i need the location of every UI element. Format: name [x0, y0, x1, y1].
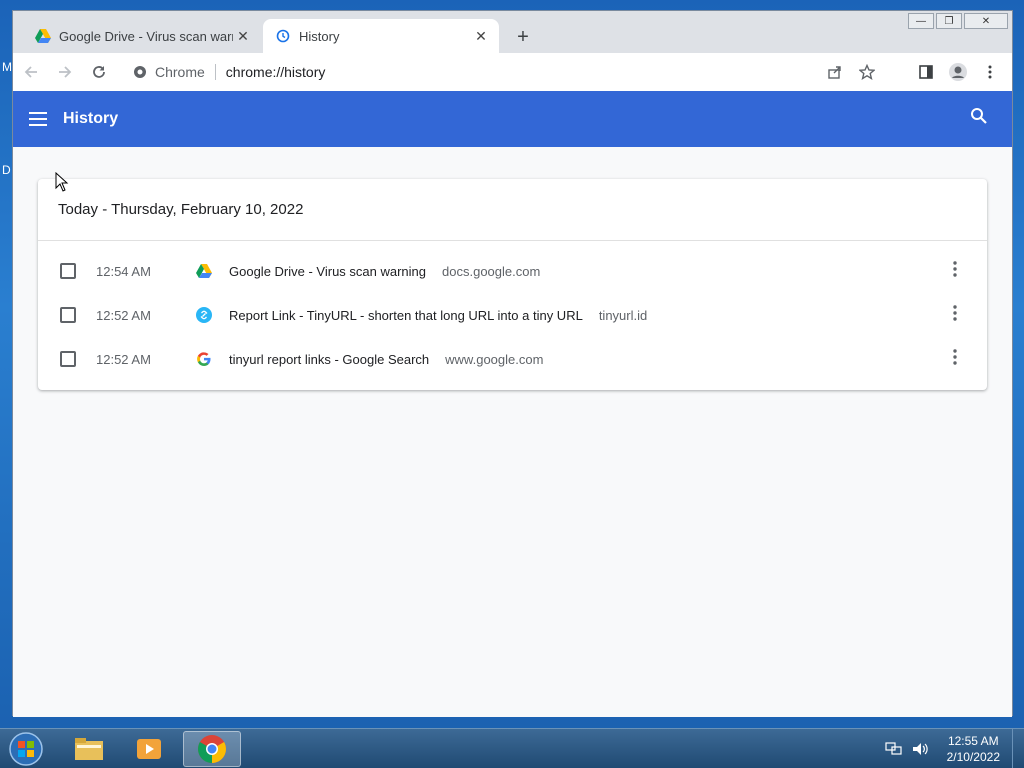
- entry-domain: tinyurl.id: [598, 307, 648, 323]
- browser-window: Google Drive - Virus scan warning ✕ Hist…: [12, 10, 1013, 717]
- history-card: Today - Thursday, February 10, 2022 12:5…: [38, 179, 987, 390]
- date-header: Today - Thursday, February 10, 2022: [38, 179, 987, 241]
- url-text[interactable]: chrome://history: [226, 64, 326, 80]
- entry-more-button[interactable]: [945, 261, 965, 281]
- tab-history[interactable]: History ✕: [263, 19, 499, 53]
- entry-domain: www.google.com: [445, 351, 544, 367]
- history-entry[interactable]: 12:54 AM Google Drive - Virus scan warni…: [38, 249, 987, 293]
- google-icon: [196, 351, 212, 367]
- back-button[interactable]: [15, 56, 47, 88]
- entry-title-link[interactable]: tinyurl report links - Google Search: [229, 352, 429, 367]
- clock-time: 12:55 AM: [947, 734, 999, 748]
- window-controls: — ❐ ✕: [906, 13, 1008, 29]
- side-panel-icon: [919, 65, 933, 79]
- kebab-menu-icon: [953, 349, 957, 365]
- site-chip-label: Chrome: [155, 64, 205, 80]
- clock-date: 2/10/2022: [946, 750, 1000, 764]
- search-button[interactable]: [970, 107, 988, 130]
- chrome-icon: [134, 66, 146, 78]
- search-icon: [971, 108, 987, 124]
- maximize-button[interactable]: ❐: [936, 13, 962, 29]
- kebab-menu-icon: [953, 305, 957, 321]
- star-icon: [859, 64, 875, 80]
- folder-icon: [75, 738, 103, 760]
- toolbar-right: [910, 56, 1006, 88]
- history-entry[interactable]: 12:52 AM tinyurl report links - Google S…: [38, 337, 987, 381]
- entry-time: 12:54 AM: [96, 263, 151, 279]
- entry-checkbox[interactable]: [60, 263, 76, 279]
- taskbar: 12:55 AM 2/10/2022: [0, 728, 1024, 768]
- windows-start-icon: [9, 732, 43, 766]
- volume-icon[interactable]: [911, 741, 929, 757]
- history-entry[interactable]: 12:52 AM Report Link - TinyURL - shorten…: [38, 293, 987, 337]
- side-panel-button[interactable]: [910, 56, 942, 88]
- share-button[interactable]: [819, 64, 851, 80]
- tab-close-icon[interactable]: ✕: [233, 26, 253, 46]
- avatar-icon: [949, 63, 967, 81]
- bookmark-button[interactable]: [851, 64, 883, 80]
- system-tray: 12:55 AM 2/10/2022: [885, 733, 1000, 765]
- entry-domain: docs.google.com: [442, 263, 541, 279]
- reload-button[interactable]: [83, 56, 115, 88]
- forward-arrow-icon: [59, 66, 72, 78]
- taskbar-explorer[interactable]: [60, 731, 118, 767]
- desktop-label-d: D: [2, 163, 11, 177]
- taskbar-media-player[interactable]: [120, 731, 178, 767]
- media-player-icon: [137, 739, 161, 759]
- minimize-button[interactable]: —: [908, 13, 934, 29]
- forward-button[interactable]: [49, 56, 81, 88]
- entry-checkbox[interactable]: [60, 351, 76, 367]
- entry-more-button[interactable]: [945, 305, 965, 325]
- site-chip[interactable]: Chrome: [123, 64, 205, 80]
- google-drive-icon: [196, 263, 212, 279]
- tab-strip: Google Drive - Virus scan warning ✕ Hist…: [13, 11, 1012, 53]
- entry-title-link[interactable]: Google Drive - Virus scan warning: [229, 264, 426, 279]
- google-drive-icon: [35, 28, 51, 44]
- chrome-icon: [198, 735, 226, 763]
- entry-time: 12:52 AM: [96, 351, 151, 367]
- profile-button[interactable]: [942, 56, 974, 88]
- hamburger-icon: [29, 112, 47, 126]
- close-window-button[interactable]: ✕: [964, 13, 1008, 29]
- history-icon: [275, 28, 291, 44]
- entry-time: 12:52 AM: [96, 307, 151, 323]
- history-appbar: History: [13, 91, 1012, 147]
- address-bar[interactable]: Chrome chrome://history: [123, 57, 883, 87]
- show-desktop-button[interactable]: [1012, 729, 1024, 768]
- link-icon: [196, 307, 212, 323]
- omnibox-divider: [214, 64, 216, 80]
- page-title: History: [63, 110, 119, 127]
- entry-checkbox[interactable]: [60, 307, 76, 323]
- entry-more-button[interactable]: [945, 349, 965, 369]
- tab-title: History: [299, 28, 340, 44]
- kebab-menu-icon: [988, 65, 992, 79]
- hamburger-button[interactable]: [13, 112, 63, 126]
- tab-close-icon[interactable]: ✕: [471, 26, 491, 46]
- tab-google-drive[interactable]: Google Drive - Virus scan warning ✕: [23, 19, 261, 53]
- new-tab-button[interactable]: +: [511, 25, 535, 49]
- browser-toolbar: Chrome chrome://history: [13, 53, 1012, 91]
- tab-title: Google Drive - Virus scan warning: [59, 28, 233, 44]
- start-button[interactable]: [4, 731, 48, 767]
- kebab-menu-icon: [953, 261, 957, 277]
- network-icon[interactable]: [885, 741, 903, 757]
- back-arrow-icon: [24, 66, 37, 78]
- clock[interactable]: 12:55 AM 2/10/2022: [947, 733, 1000, 765]
- entry-title-link[interactable]: Report Link - TinyURL - shorten that lon…: [229, 308, 583, 323]
- reload-icon: [93, 66, 105, 78]
- history-page: History Today - Thursday, February 10, 2…: [13, 91, 1012, 717]
- menu-button[interactable]: [974, 56, 1006, 88]
- history-list: 12:54 AM Google Drive - Virus scan warni…: [38, 241, 987, 381]
- mouse-cursor-icon: [55, 171, 69, 197]
- desktop-label-m: M: [2, 60, 12, 74]
- taskbar-chrome[interactable]: [183, 731, 241, 767]
- omnibox-actions: [819, 57, 883, 87]
- share-icon: [828, 66, 841, 79]
